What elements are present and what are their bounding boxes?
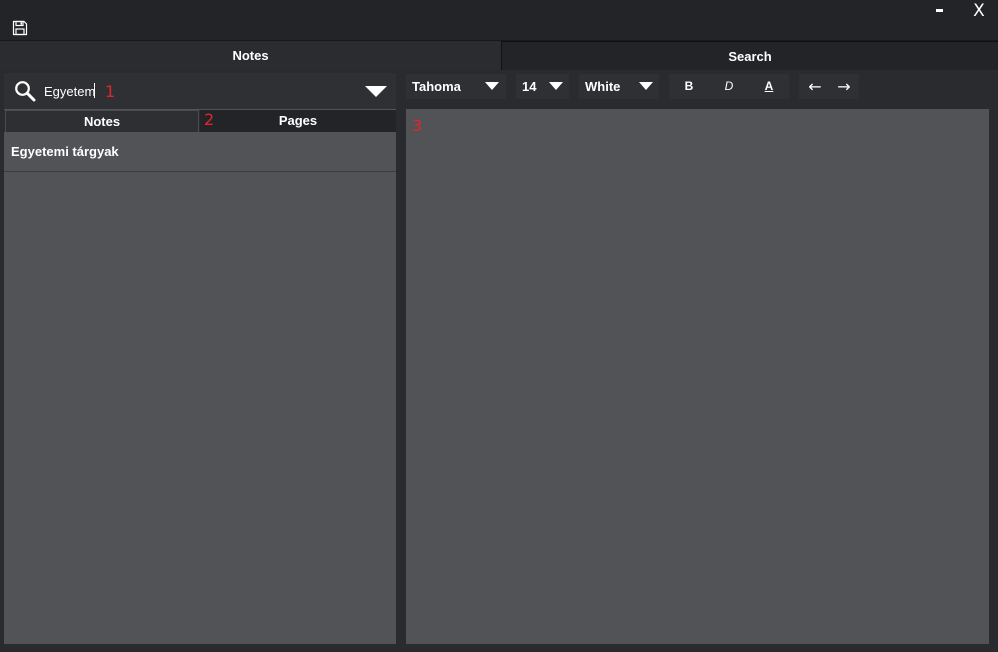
subtab-pages[interactable]: Pages <box>200 110 396 132</box>
annotation-3: 3 <box>412 116 423 135</box>
notes-panel: 1 Notes Pages 2 Egyetemi tárgyak <box>4 73 396 644</box>
chevron-down-icon <box>549 82 563 90</box>
chevron-down-icon[interactable] <box>364 84 388 98</box>
note-editor[interactable]: 3 <box>406 109 989 644</box>
minimize-icon <box>936 9 943 12</box>
color-select[interactable]: White <box>579 74 659 99</box>
color-select-label: White <box>585 79 621 94</box>
redo-button[interactable]: → <box>829 74 859 99</box>
font-select[interactable]: Tahoma <box>406 74 506 99</box>
bold-button[interactable]: B <box>674 74 704 99</box>
save-icon[interactable] <box>12 20 28 36</box>
search-bar: 1 <box>4 73 396 109</box>
underline-button[interactable]: A <box>754 74 784 99</box>
italic-button[interactable]: D <box>714 74 744 99</box>
title-bar: X <box>0 0 998 40</box>
minimize-button[interactable] <box>928 0 952 22</box>
annotation-1: 1 <box>105 82 116 101</box>
tab-notes[interactable]: Notes <box>0 41 501 70</box>
search-icon <box>15 81 36 102</box>
history-buttons: ← → <box>799 74 859 99</box>
format-buttons: B D A <box>669 74 789 99</box>
size-select[interactable]: 14 <box>516 74 569 99</box>
size-select-label: 14 <box>522 79 537 94</box>
main-tabs: Notes Search <box>0 40 998 70</box>
annotation-2: 2 <box>204 110 215 129</box>
subtab-notes[interactable]: Notes <box>5 110 199 132</box>
chevron-down-icon <box>485 82 499 90</box>
search-input[interactable] <box>44 81 244 101</box>
list-item[interactable]: Egyetemi tárgyak <box>4 132 396 172</box>
chevron-down-icon <box>639 82 653 90</box>
tab-search[interactable]: Search <box>501 41 998 70</box>
undo-button[interactable]: ← <box>800 74 830 99</box>
sub-tabs: Notes Pages 2 <box>4 110 396 132</box>
font-select-label: Tahoma <box>412 79 461 94</box>
text-caret <box>94 83 95 98</box>
close-button[interactable]: X <box>966 0 992 22</box>
